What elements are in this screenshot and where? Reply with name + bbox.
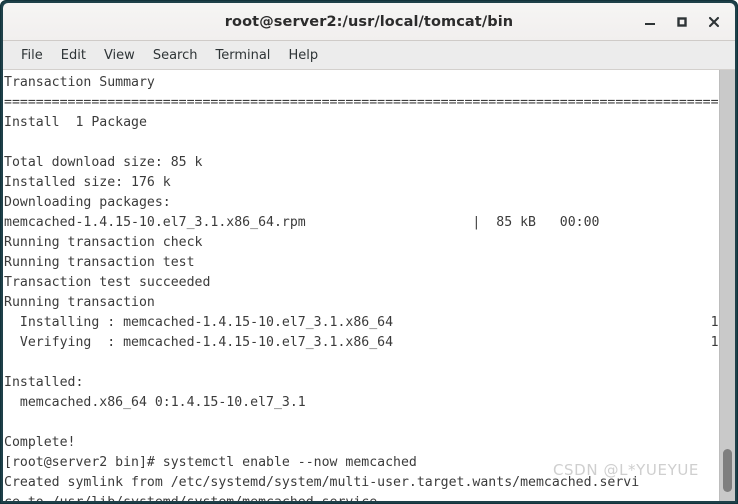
menu-item-edit[interactable]: Edit (52, 45, 95, 66)
terminal-line: memcached-1.4.15-10.el7_3.1.x86_64.rpm |… (4, 215, 600, 230)
terminal-line: Verifying : memcached-1.4.15-10.el7_3.1.… (4, 335, 719, 350)
terminal-line: memcached.x86_64 0:1.4.15-10.el7_3.1 (4, 395, 306, 410)
maximize-icon (677, 16, 687, 27)
terminal-line: [root@server2 bin]# systemctl enable --n… (4, 455, 417, 470)
terminal-line: ce to /usr/lib/systemd/system/memcached.… (4, 493, 719, 501)
menu-item-view[interactable]: View (95, 45, 144, 66)
terminal-line: Created symlink from /etc/systemd/system… (4, 475, 640, 490)
terminal-line: Installing : memcached-1.4.15-10.el7_3.1… (4, 315, 719, 330)
terminal-line: Running transaction check (4, 235, 203, 250)
terminal-line: ========================================… (4, 95, 719, 110)
terminal-output[interactable]: Transaction Summary =====================… (3, 70, 719, 501)
terminal-scrollbar[interactable] (719, 70, 735, 501)
window-controls (635, 3, 729, 40)
terminal-line: Transaction test succeeded (4, 275, 211, 290)
terminal-line: Downloading packages: (4, 195, 171, 210)
terminal-line: Complete! (4, 435, 76, 450)
terminal-area: Transaction Summary =====================… (3, 70, 735, 501)
terminal-line: Running transaction test (4, 255, 195, 270)
minimize-button[interactable] (635, 8, 665, 36)
menu-item-search[interactable]: Search (144, 45, 207, 66)
close-button[interactable] (699, 8, 729, 36)
terminal-line: Total download size: 85 k (4, 155, 203, 170)
minimize-icon (645, 22, 655, 25)
scrollbar-thumb[interactable] (723, 449, 732, 493)
menu-bar: File Edit View Search Terminal Help (3, 41, 735, 70)
close-icon (708, 16, 720, 27)
terminal-line: Install 1 Package (4, 115, 147, 130)
terminal-line: Transaction Summary (4, 75, 155, 90)
maximize-button[interactable] (667, 8, 697, 36)
terminal-line: Installed: (4, 375, 84, 390)
menu-item-terminal[interactable]: Terminal (206, 45, 279, 66)
menu-item-help[interactable]: Help (279, 45, 327, 66)
terminal-window: root@server2:/usr/local/tomcat/bin File … (0, 0, 738, 504)
title-bar[interactable]: root@server2:/usr/local/tomcat/bin (3, 3, 735, 41)
terminal-line: Installed size: 176 k (4, 175, 171, 190)
window-title: root@server2:/usr/local/tomcat/bin (224, 13, 514, 30)
terminal-line: Running transaction (4, 295, 155, 310)
menu-item-file[interactable]: File (12, 45, 52, 66)
